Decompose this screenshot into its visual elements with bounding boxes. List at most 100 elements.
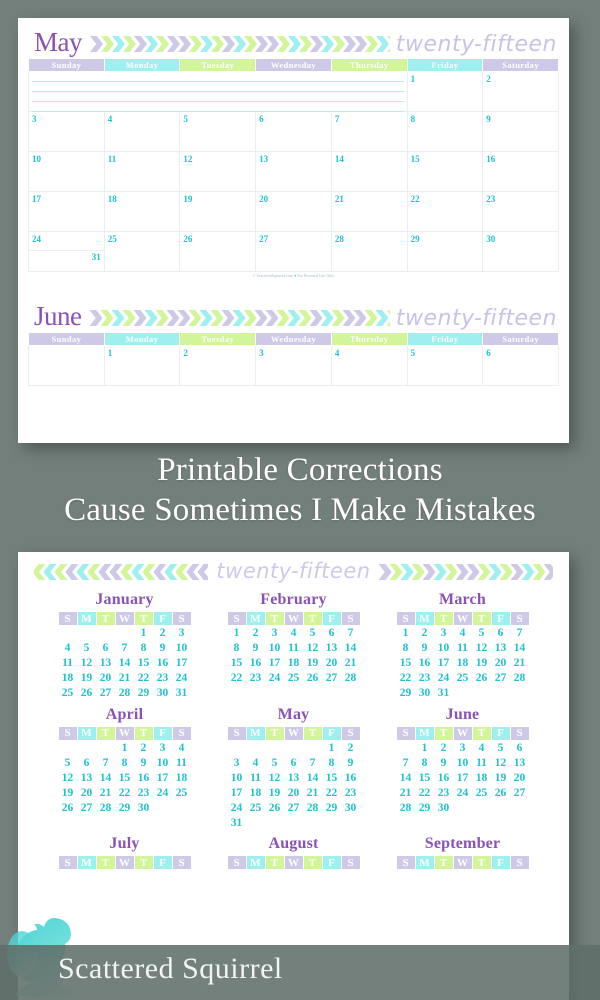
mini-day-cell[interactable]: 5 <box>58 755 77 770</box>
mini-day-cell[interactable] <box>453 800 472 815</box>
mini-day-cell[interactable]: 21 <box>96 785 115 800</box>
mini-day-cell[interactable]: 5 <box>491 740 510 755</box>
mini-day-cell[interactable]: 7 <box>115 641 134 656</box>
day-cell-split[interactable]: 24 31 <box>28 231 105 272</box>
day-cell[interactable]: 5 <box>179 111 257 152</box>
mini-day-cell[interactable]: 8 <box>115 755 134 770</box>
mini-day-cell[interactable] <box>510 686 529 701</box>
mini-day-cell[interactable]: 1 <box>396 626 415 641</box>
mini-day-cell[interactable]: 27 <box>491 671 510 686</box>
mini-day-cell[interactable]: 12 <box>491 755 510 770</box>
mini-day-cell[interactable]: 18 <box>58 671 77 686</box>
day-cell[interactable]: 21 <box>330 191 408 232</box>
mini-day-cell[interactable]: 14 <box>510 641 529 656</box>
mini-day-cell[interactable]: 19 <box>265 785 284 800</box>
day-cell[interactable]: 28 <box>330 231 408 272</box>
day-cell[interactable]: 2 <box>482 71 559 112</box>
mini-day-cell[interactable]: 30 <box>434 800 453 815</box>
mini-day-cell[interactable]: 23 <box>153 671 172 686</box>
mini-day-cell[interactable]: 19 <box>58 785 77 800</box>
day-cell[interactable]: 2 <box>179 345 257 386</box>
mini-day-cell[interactable] <box>115 626 134 641</box>
mini-day-cell[interactable]: 26 <box>491 785 510 800</box>
mini-day-cell[interactable]: 7 <box>341 626 360 641</box>
mini-day-cell[interactable]: 29 <box>396 686 415 701</box>
day-cell[interactable]: 11 <box>103 151 181 192</box>
mini-day-cell[interactable]: 9 <box>415 641 434 656</box>
mini-day-cell[interactable]: 25 <box>58 686 77 701</box>
mini-day-cell[interactable] <box>153 800 172 815</box>
day-cell[interactable]: 19 <box>179 191 257 232</box>
mini-day-cell[interactable]: 19 <box>77 671 96 686</box>
mini-day-cell[interactable] <box>453 686 472 701</box>
mini-day-cell[interactable]: 8 <box>134 641 153 656</box>
mini-day-cell[interactable] <box>58 740 77 755</box>
mini-day-cell[interactable] <box>396 740 415 755</box>
mini-day-cell[interactable]: 25 <box>172 785 191 800</box>
mini-day-cell[interactable]: 20 <box>491 656 510 671</box>
mini-day-cell[interactable] <box>472 800 491 815</box>
mini-day-cell[interactable]: 16 <box>434 770 453 785</box>
mini-day-cell[interactable]: 15 <box>415 770 434 785</box>
mini-day-cell[interactable]: 20 <box>96 671 115 686</box>
mini-day-cell[interactable]: 24 <box>153 785 172 800</box>
mini-day-cell[interactable]: 21 <box>115 671 134 686</box>
day-cell[interactable]: 25 <box>103 231 181 272</box>
day-cell[interactable]: 4 <box>103 111 181 152</box>
mini-day-cell[interactable]: 1 <box>415 740 434 755</box>
mini-day-cell[interactable]: 8 <box>396 641 415 656</box>
mini-day-cell[interactable]: 27 <box>510 785 529 800</box>
mini-day-cell[interactable]: 14 <box>341 641 360 656</box>
mini-day-cell[interactable]: 15 <box>396 656 415 671</box>
day-cell[interactable]: 27 <box>255 231 332 272</box>
mini-day-cell[interactable]: 3 <box>172 626 191 641</box>
mini-day-cell[interactable]: 11 <box>284 641 303 656</box>
mini-day-cell[interactable]: 18 <box>246 785 265 800</box>
mini-day-cell[interactable]: 13 <box>322 641 341 656</box>
mini-day-cell[interactable] <box>510 800 529 815</box>
mini-day-cell[interactable]: 28 <box>115 686 134 701</box>
mini-day-cell[interactable]: 16 <box>415 656 434 671</box>
mini-day-cell[interactable]: 23 <box>434 785 453 800</box>
mini-day-cell[interactable]: 6 <box>322 626 341 641</box>
day-cell[interactable]: 15 <box>406 151 484 192</box>
mini-day-cell[interactable]: 24 <box>172 671 191 686</box>
mini-day-cell[interactable]: 26 <box>265 800 284 815</box>
mini-day-cell[interactable]: 24 <box>265 671 284 686</box>
mini-day-cell[interactable]: 29 <box>115 800 134 815</box>
mini-day-cell[interactable]: 31 <box>434 686 453 701</box>
mini-day-cell[interactable]: 4 <box>453 626 472 641</box>
mini-day-cell[interactable]: 21 <box>341 656 360 671</box>
mini-day-cell[interactable] <box>77 740 96 755</box>
mini-day-cell[interactable]: 1 <box>115 740 134 755</box>
mini-day-cell[interactable]: 2 <box>415 626 434 641</box>
mini-day-cell[interactable]: 20 <box>77 785 96 800</box>
mini-day-cell[interactable] <box>303 815 322 830</box>
mini-day-cell[interactable]: 7 <box>396 755 415 770</box>
mini-day-cell[interactable]: 5 <box>303 626 322 641</box>
mini-day-cell[interactable]: 29 <box>415 800 434 815</box>
day-cell[interactable] <box>28 345 105 386</box>
mini-day-cell[interactable] <box>96 740 115 755</box>
mini-day-cell[interactable]: 19 <box>472 656 491 671</box>
mini-day-cell[interactable] <box>341 815 360 830</box>
mini-day-cell[interactable]: 7 <box>510 626 529 641</box>
mini-day-cell[interactable]: 20 <box>284 785 303 800</box>
mini-day-cell[interactable]: 19 <box>303 656 322 671</box>
day-cell[interactable]: 16 <box>482 151 559 192</box>
mini-day-cell[interactable]: 9 <box>341 755 360 770</box>
mini-day-cell[interactable]: 2 <box>134 740 153 755</box>
mini-day-cell[interactable]: 4 <box>246 755 265 770</box>
mini-day-cell[interactable] <box>246 815 265 830</box>
day-cell[interactable]: 5 <box>406 345 484 386</box>
mini-day-cell[interactable]: 10 <box>172 641 191 656</box>
mini-day-cell[interactable]: 5 <box>77 641 96 656</box>
mini-day-cell[interactable]: 4 <box>58 641 77 656</box>
mini-day-cell[interactable]: 26 <box>472 671 491 686</box>
mini-day-cell[interactable]: 3 <box>227 755 246 770</box>
mini-day-cell[interactable]: 6 <box>491 626 510 641</box>
mini-day-cell[interactable]: 12 <box>265 770 284 785</box>
mini-day-cell[interactable]: 27 <box>284 800 303 815</box>
mini-day-cell[interactable] <box>491 800 510 815</box>
mini-day-cell[interactable]: 4 <box>284 626 303 641</box>
